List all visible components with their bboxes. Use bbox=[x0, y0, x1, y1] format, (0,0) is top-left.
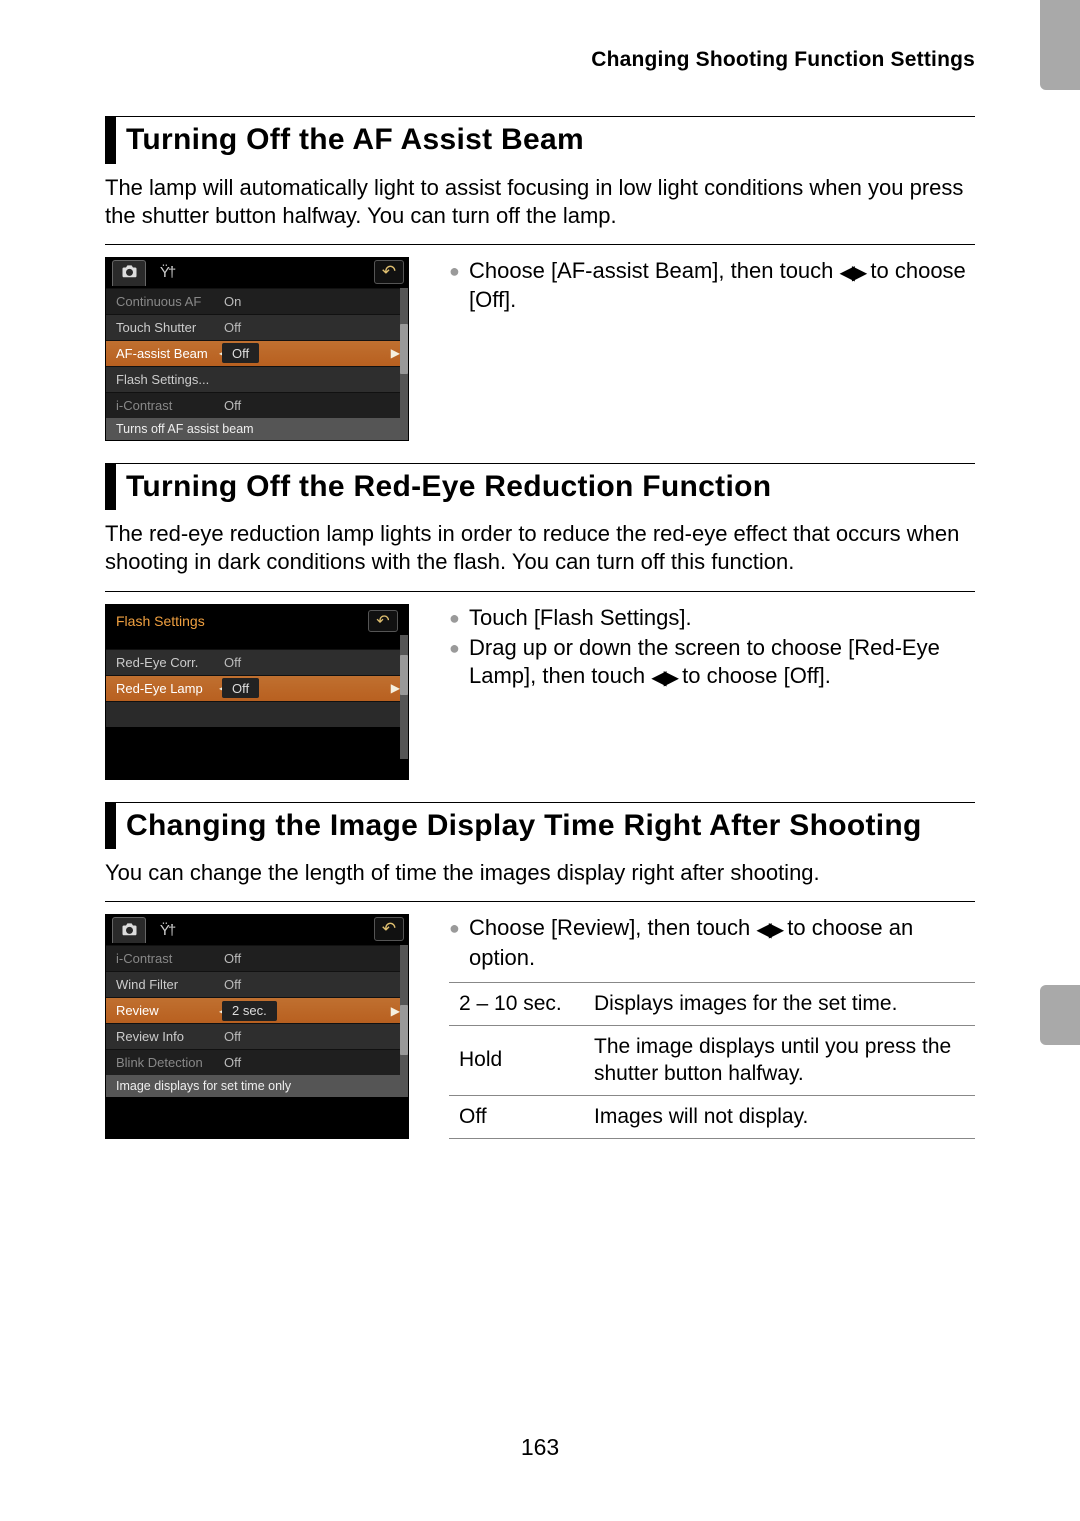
right-arrow-icon: ▶ bbox=[391, 346, 400, 360]
para-red-eye: The red-eye reduction lamp lights in ord… bbox=[105, 520, 975, 576]
lcd-review: Ÿ† ↶ i-Contrast Off Wind Filter Off Revi… bbox=[105, 914, 409, 1139]
menu-row-touch-shutter: Touch Shutter Off bbox=[106, 314, 408, 340]
step-review: ● Choose [Review], then touch ◀▶ to choo… bbox=[449, 914, 975, 972]
step-af-assist-beam: ● Choose [AF-assist Beam], then touch ◀▶… bbox=[449, 257, 975, 315]
camera-tab-icon bbox=[112, 260, 146, 286]
menu-row-empty bbox=[106, 701, 408, 727]
left-right-arrows-icon: ◀▶ bbox=[756, 918, 781, 944]
bullet-icon: ● bbox=[449, 914, 469, 972]
scrollbar bbox=[400, 635, 408, 759]
page-content: Changing Shooting Function Settings Turn… bbox=[105, 48, 975, 1461]
menu-row-red-eye-corr: Red-Eye Corr. Off bbox=[106, 649, 408, 675]
divider bbox=[105, 901, 975, 902]
page-number: 163 bbox=[105, 1434, 975, 1461]
menu-help-text: Image displays for set time only bbox=[106, 1075, 408, 1097]
tools-tab-icon: Ÿ† bbox=[150, 260, 184, 286]
review-options-table: 2 – 10 sec. Displays images for the set … bbox=[449, 982, 975, 1139]
table-row: 2 – 10 sec. Displays images for the set … bbox=[449, 983, 975, 1026]
scrollbar bbox=[400, 945, 408, 1077]
back-icon: ↶ bbox=[368, 610, 398, 632]
para-af-assist-beam: The lamp will automatically light to ass… bbox=[105, 174, 975, 230]
left-right-arrows-icon: ◀▶ bbox=[840, 261, 865, 287]
right-arrow-icon: ▶ bbox=[391, 1004, 400, 1018]
right-arrow-icon: ▶ bbox=[391, 681, 400, 695]
page-side-tab bbox=[1040, 985, 1080, 1045]
menu-title-flash-settings: Flash Settings bbox=[116, 613, 205, 629]
scrollbar bbox=[400, 288, 408, 420]
left-right-arrows-icon: ◀▶ bbox=[651, 666, 676, 692]
back-icon: ↶ bbox=[374, 917, 404, 941]
tools-tab-icon: Ÿ† bbox=[150, 917, 184, 943]
table-row: Hold The image displays until you press … bbox=[449, 1026, 975, 1096]
divider bbox=[105, 591, 975, 592]
menu-row-continuous-af: Continuous AF On bbox=[106, 288, 408, 314]
heading-af-assist-beam: Turning Off the AF Assist Beam bbox=[105, 116, 975, 164]
menu-row-af-assist-beam-selected: AF-assist Beam ◀ Off ▶ bbox=[106, 340, 408, 366]
bullet-icon: ● bbox=[449, 604, 469, 632]
para-review: You can change the length of time the im… bbox=[105, 859, 975, 887]
camera-tab-icon bbox=[112, 917, 146, 943]
menu-row-flash-settings: Flash Settings... bbox=[106, 366, 408, 392]
heading-review: Changing the Image Display Time Right Af… bbox=[105, 802, 975, 850]
page-header: Changing Shooting Function Settings bbox=[105, 48, 975, 72]
bullet-icon: ● bbox=[449, 257, 469, 315]
lcd-af-assist-beam: Ÿ† ↶ Continuous AF On Touch Shutter Off … bbox=[105, 257, 409, 441]
menu-row-i-contrast: i-Contrast Off bbox=[106, 392, 408, 418]
step-red-eye-2: ● Drag up or down the screen to choose [… bbox=[449, 634, 975, 692]
lcd-red-eye: Flash Settings ↶ Red-Eye Corr. Off Red-E… bbox=[105, 604, 409, 780]
menu-row-i-contrast: i-Contrast Off bbox=[106, 945, 408, 971]
menu-row-red-eye-lamp-selected: Red-Eye Lamp ◀ Off ▶ bbox=[106, 675, 408, 701]
table-row: Off Images will not display. bbox=[449, 1095, 975, 1138]
heading-red-eye: Turning Off the Red-Eye Reduction Functi… bbox=[105, 463, 975, 511]
menu-row-blink-detection: Blink Detection Off bbox=[106, 1049, 408, 1075]
menu-help-text: Turns off AF assist beam bbox=[106, 418, 408, 440]
menu-row-wind-filter: Wind Filter Off bbox=[106, 971, 408, 997]
menu-row-review-selected: Review ◀ 2 sec. ▶ bbox=[106, 997, 408, 1023]
menu-row-review-info: Review Info Off bbox=[106, 1023, 408, 1049]
step-red-eye-1: ● Touch [Flash Settings]. bbox=[449, 604, 975, 632]
back-icon: ↶ bbox=[374, 260, 404, 284]
divider bbox=[105, 244, 975, 245]
bullet-icon: ● bbox=[449, 634, 469, 692]
page-corner-tab bbox=[1040, 0, 1080, 90]
